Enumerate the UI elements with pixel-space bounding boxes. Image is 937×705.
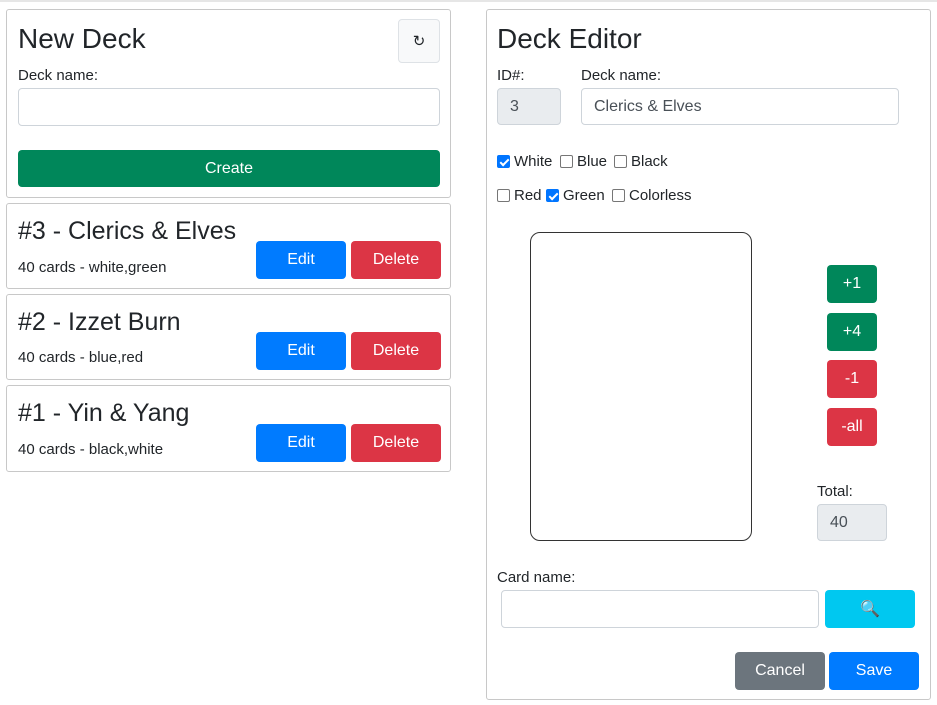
top-border <box>0 0 937 2</box>
deck-subtitle: 40 cards - white,green <box>18 259 167 276</box>
checkbox-box[interactable] <box>546 189 559 202</box>
refresh-button[interactable]: ↻ <box>398 19 440 63</box>
checkbox-box[interactable] <box>612 189 625 202</box>
minus-all-button[interactable]: -all <box>827 408 877 446</box>
color-label: Colorless <box>629 187 692 204</box>
minus-one-button[interactable]: -1 <box>827 360 877 398</box>
deck-title: #3 - Clerics & Elves <box>18 217 237 245</box>
new-deck-name-input[interactable] <box>18 88 440 126</box>
color-label: Blue <box>577 153 608 170</box>
color-label: Black <box>631 153 668 170</box>
deck-title: #2 - Izzet Burn <box>18 308 181 336</box>
new-deck-title: New Deck <box>18 23 146 54</box>
color-checkbox-green[interactable]: Green <box>546 188 605 203</box>
id-label: ID#: <box>497 67 525 84</box>
card-preview <box>530 232 752 541</box>
color-checkbox-red[interactable]: Red <box>497 188 542 203</box>
delete-button[interactable]: Delete <box>351 332 441 370</box>
color-label: White <box>514 153 553 170</box>
card-name-label: Card name: <box>497 569 576 586</box>
checkbox-box[interactable] <box>497 189 510 202</box>
deck-card: #2 - Izzet Burn 40 cards - blue,red Edit… <box>6 294 451 380</box>
new-deck-panel: New Deck ↻ Deck name: Create <box>6 9 451 198</box>
color-checkbox-blue[interactable]: Blue <box>560 154 607 169</box>
deck-editor-panel: Deck Editor ID#: 3 Deck name: Clerics & … <box>486 9 931 700</box>
editor-deck-name-input[interactable]: Clerics & Elves <box>581 88 899 125</box>
save-button[interactable]: Save <box>829 652 919 690</box>
editor-deck-name-label: Deck name: <box>581 67 662 84</box>
deck-card: #3 - Clerics & Elves 40 cards - white,gr… <box>6 203 451 289</box>
id-field: 3 <box>497 88 561 125</box>
plus-one-button[interactable]: +1 <box>827 265 877 303</box>
edit-button[interactable]: Edit <box>256 424 346 462</box>
new-deck-name-label: Deck name: <box>18 67 99 84</box>
total-field: 40 <box>817 504 887 541</box>
search-icon: 🔍 <box>860 601 880 618</box>
delete-button[interactable]: Delete <box>351 241 441 279</box>
checkbox-box[interactable] <box>560 155 573 168</box>
color-checkbox-white[interactable]: White <box>497 154 552 169</box>
deck-subtitle: 40 cards - black,white <box>18 441 164 458</box>
search-button[interactable]: 🔍 <box>825 590 915 628</box>
plus-four-button[interactable]: +4 <box>827 313 877 351</box>
cancel-button[interactable]: Cancel <box>735 652 825 690</box>
edit-button[interactable]: Edit <box>256 332 346 370</box>
color-checkbox-black[interactable]: Black <box>614 154 668 169</box>
deck-editor-title: Deck Editor <box>497 23 642 54</box>
color-label: Red <box>514 187 542 204</box>
deck-card: #1 - Yin & Yang 40 cards - black,white E… <box>6 385 451 472</box>
edit-button[interactable]: Edit <box>256 241 346 279</box>
total-label: Total: <box>817 483 853 500</box>
create-button[interactable]: Create <box>18 150 440 187</box>
deck-subtitle: 40 cards - blue,red <box>18 349 144 366</box>
checkbox-box[interactable] <box>614 155 627 168</box>
checkbox-box[interactable] <box>497 155 510 168</box>
card-name-input[interactable] <box>501 590 819 628</box>
color-checkbox-colorless[interactable]: Colorless <box>612 188 692 203</box>
deck-title: #1 - Yin & Yang <box>18 399 190 427</box>
delete-button[interactable]: Delete <box>351 424 441 462</box>
color-label: Green <box>563 187 605 204</box>
refresh-icon: ↻ <box>412 33 426 50</box>
